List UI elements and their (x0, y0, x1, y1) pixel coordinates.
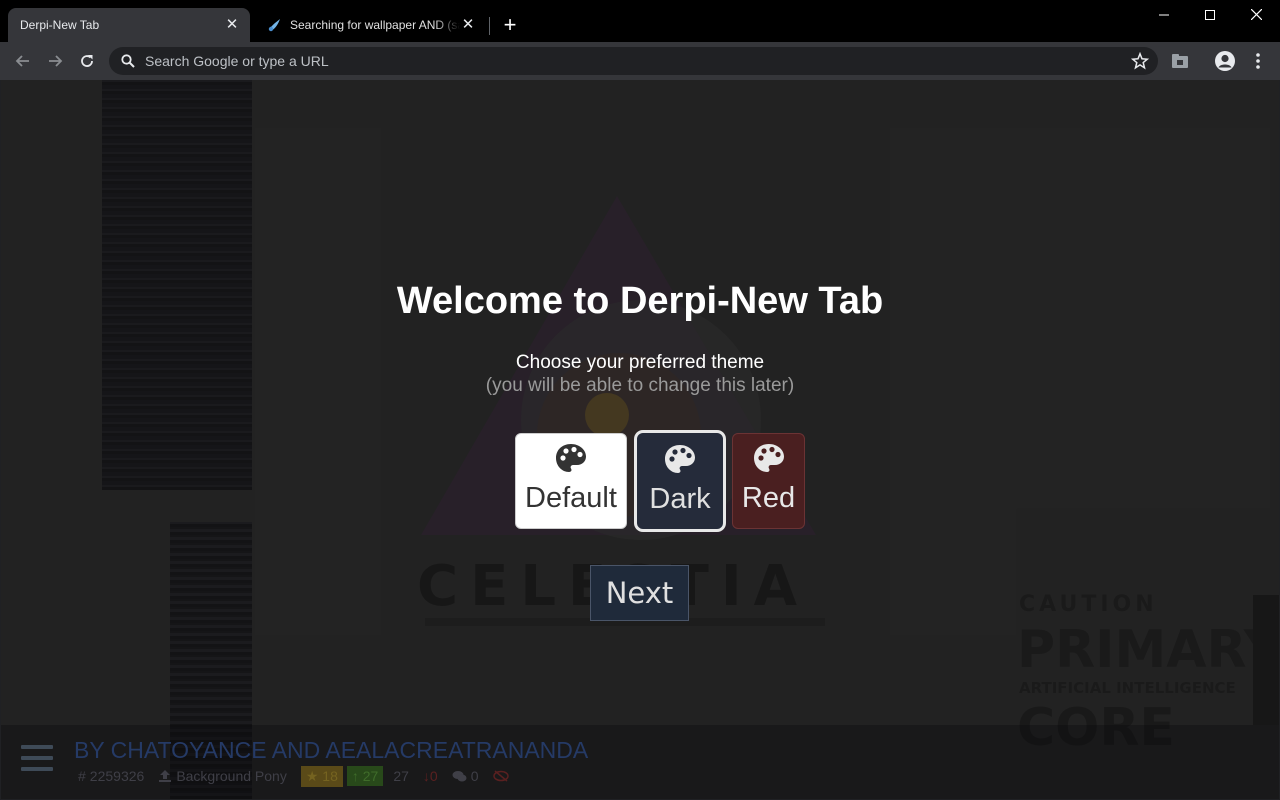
comment-value: 0 (470, 768, 479, 784)
bookmark-star-icon[interactable] (1131, 52, 1149, 70)
image-id-value: 2259326 (89, 768, 145, 784)
theme-label: Dark (649, 483, 711, 515)
derpibooru-favicon-icon (268, 19, 280, 32)
theme-prompt: Choose your preferred theme (515, 352, 765, 373)
eye-slash-icon (492, 770, 509, 782)
tab-search-wallpaper[interactable]: Searching for wallpaper AND (safe ✕ (254, 8, 486, 42)
menu-hamburger-icon[interactable] (21, 745, 53, 777)
maximize-button[interactable] (1187, 0, 1233, 30)
new-tab-button[interactable]: + (498, 14, 522, 38)
reload-icon (81, 55, 93, 67)
theme-default-button[interactable]: Default (515, 433, 627, 529)
theme-red-button[interactable]: Red (732, 433, 805, 529)
tab-title: Searching for wallpaper AND (safe (290, 18, 460, 32)
browser-toolbar: Search Google or type a URL (0, 42, 1280, 80)
arrow-down-icon: ↓ (422, 768, 430, 784)
upload-icon (159, 770, 172, 782)
arrow-right-icon (49, 55, 63, 67)
tab-derpi-new-tab[interactable]: Derpi-New Tab ✕ (8, 8, 250, 42)
image-meta: # 2259326 Background Pony ★ 18 ↑ 27 27 ↓… (78, 765, 523, 787)
close-icon (1250, 8, 1262, 21)
palette-icon (556, 444, 586, 472)
maximize-icon (1205, 10, 1215, 20)
welcome-title: Welcome to Derpi-New Tab (396, 280, 884, 322)
address-bar[interactable]: Search Google or type a URL (109, 47, 1158, 75)
score: 27 (393, 768, 409, 784)
address-bar-placeholder: Search Google or type a URL (145, 53, 329, 69)
browser-menu-button[interactable] (1244, 47, 1272, 75)
close-tab-icon[interactable]: ✕ (460, 17, 476, 33)
uploader[interactable]: Background Pony (158, 768, 287, 784)
more-vertical-icon (1256, 53, 1260, 69)
palette-icon (665, 445, 695, 473)
theme-dark-button[interactable]: Dark (637, 433, 723, 529)
artist-link[interactable]: BY CHATOYANCE AND AEALACREATRANANDA (74, 737, 588, 764)
search-icon (121, 54, 135, 68)
hide-image-button[interactable] (492, 770, 509, 782)
close-tab-icon[interactable]: ✕ (224, 17, 240, 33)
new-tab-page: CELESTIA CAUTION PRIMARY ARTIFICIAL INTE… (1, 80, 1279, 799)
tab-strip: Derpi-New Tab ✕ Searching for wallpaper … (0, 0, 1280, 42)
tab-separator (489, 17, 490, 35)
account-circle-icon (1215, 51, 1235, 71)
back-button[interactable] (9, 47, 37, 75)
hash-icon: # (78, 768, 86, 784)
palette-icon (753, 444, 784, 472)
comment-count[interactable]: 0 (452, 768, 479, 784)
forward-button[interactable] (41, 47, 69, 75)
close-window-button[interactable] (1233, 0, 1279, 30)
star-icon: ★ (305, 767, 323, 784)
fave-value: 18 (322, 767, 338, 784)
fave-count[interactable]: ★ 18 (300, 765, 343, 787)
minimize-icon (1159, 14, 1169, 16)
arrow-left-icon (15, 55, 29, 67)
reload-button[interactable] (73, 47, 101, 75)
profile-button[interactable] (1211, 47, 1239, 75)
image-info-bar: BY CHATOYANCE AND AEALACREATRANANDA # 22… (1, 725, 1279, 799)
theme-label: Default (525, 482, 617, 514)
downvote-count[interactable]: ↓ 0 (423, 768, 438, 784)
theme-prompt-note: (you will be able to change this later) (485, 375, 795, 396)
downvote-value: 0 (429, 768, 438, 784)
image-id[interactable]: # 2259326 (78, 768, 144, 784)
welcome-overlay: Welcome to Derpi-New Tab Choose your pre… (1, 80, 1279, 799)
upvote-count[interactable]: ↑ 27 (346, 766, 384, 786)
tab-title: Derpi-New Tab (20, 18, 100, 32)
uploader-name: Background Pony (176, 768, 287, 784)
comments-icon (452, 770, 467, 781)
minimize-button[interactable] (1141, 0, 1187, 30)
theme-label: Red (741, 482, 796, 514)
next-button[interactable]: Next (590, 565, 689, 621)
upvote-value: 27 (362, 768, 379, 784)
extension-button[interactable] (1166, 47, 1194, 75)
arrow-up-icon: ↑ (351, 768, 363, 784)
folder-extension-icon (1172, 54, 1188, 68)
